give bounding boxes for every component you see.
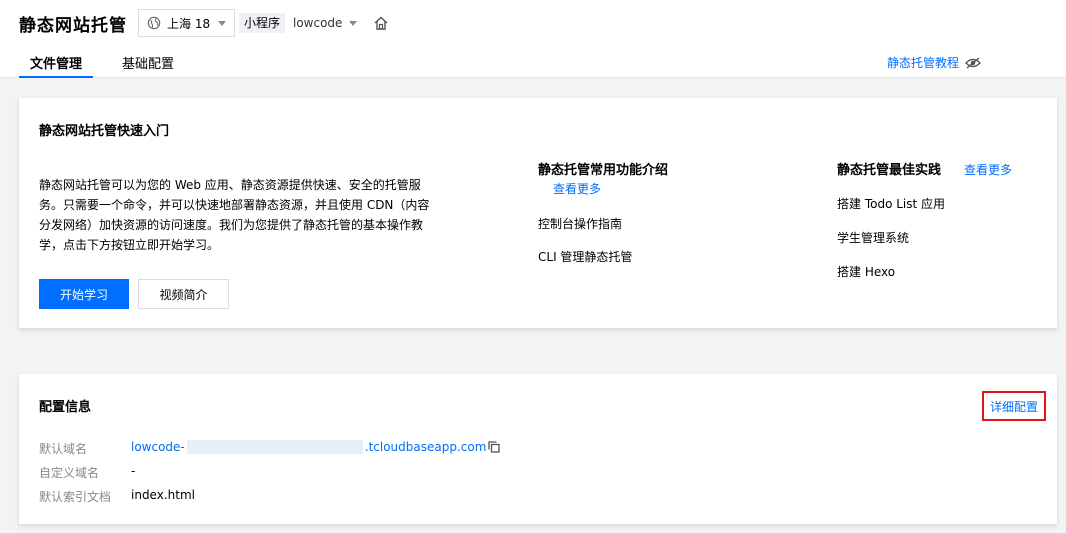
index-doc-value: index.html	[131, 488, 195, 502]
default-domain-suffix: .tcloudbaseapp.com	[364, 440, 487, 454]
tab-basic-config[interactable]: 基础配置	[111, 46, 185, 78]
chevron-down-icon	[218, 20, 226, 26]
default-domain-value[interactable]: lowcode- .tcloudbaseapp.com	[131, 440, 501, 454]
eye-off-icon	[965, 56, 981, 69]
tutorial-link[interactable]: 静态托管教程	[887, 54, 981, 71]
page-title: 静态网站托管	[19, 16, 127, 36]
practice-item-todo-list[interactable]: 搭建 Todo List 应用	[837, 195, 945, 212]
top-bar: 静态网站托管 上海 18 小程序 lowcode 文件管理 基础配置 静态托管教…	[0, 0, 1066, 78]
env-name: lowcode	[293, 16, 343, 30]
feature-item-console-guide[interactable]: 控制台操作指南	[538, 215, 622, 232]
detail-config-button[interactable]: 详细配置	[982, 391, 1046, 421]
config-card: 配置信息 详细配置 默认域名 lowcode- .tcloudbaseapp.c…	[19, 374, 1057, 524]
practice-item-student-mgmt[interactable]: 学生管理系统	[837, 229, 909, 246]
practices-more-link[interactable]: 查看更多	[964, 161, 1012, 178]
quickstart-card: 静态网站托管快速入门 静态网站托管可以为您的 Web 应用、静态资源提供快速、安…	[19, 98, 1057, 328]
env-type-tag: 小程序	[239, 13, 286, 33]
quickstart-title: 静态网站托管快速入门	[39, 124, 170, 139]
chevron-down-icon	[349, 20, 358, 26]
practices-title: 静态托管最佳实践	[837, 163, 942, 178]
tutorial-link-label: 静态托管教程	[887, 56, 960, 70]
video-intro-button[interactable]: 视频简介	[138, 279, 229, 309]
region-label: 上海 18	[167, 16, 211, 31]
custom-domain-label: 自定义域名	[39, 466, 100, 480]
redacted-mask	[186, 440, 363, 454]
default-domain-label: 默认域名	[39, 442, 88, 456]
region-select[interactable]: 上海 18	[138, 9, 235, 37]
config-title: 配置信息	[39, 400, 92, 415]
tab-file-management[interactable]: 文件管理	[19, 46, 94, 78]
globe-icon	[147, 16, 161, 30]
default-domain-prefix: lowcode-	[131, 440, 185, 454]
env-select[interactable]: lowcode	[293, 13, 358, 33]
quickstart-intro: 静态网站托管可以为您的 Web 应用、静态资源提供快速、安全的托管服务。只需要一…	[39, 178, 430, 252]
features-more-link[interactable]: 查看更多	[553, 180, 601, 197]
start-learning-button[interactable]: 开始学习	[39, 279, 129, 309]
practice-item-hexo[interactable]: 搭建 Hexo	[837, 263, 895, 280]
features-title: 静态托管常用功能介绍	[538, 163, 669, 178]
home-icon[interactable]	[373, 15, 389, 31]
custom-domain-value: -	[131, 464, 136, 478]
feature-item-cli-hosting[interactable]: CLI 管理静态托管	[538, 248, 632, 265]
copy-icon[interactable]	[488, 441, 501, 453]
tab-bar: 文件管理 基础配置	[19, 46, 203, 78]
index-doc-label: 默认索引文档	[39, 490, 112, 504]
